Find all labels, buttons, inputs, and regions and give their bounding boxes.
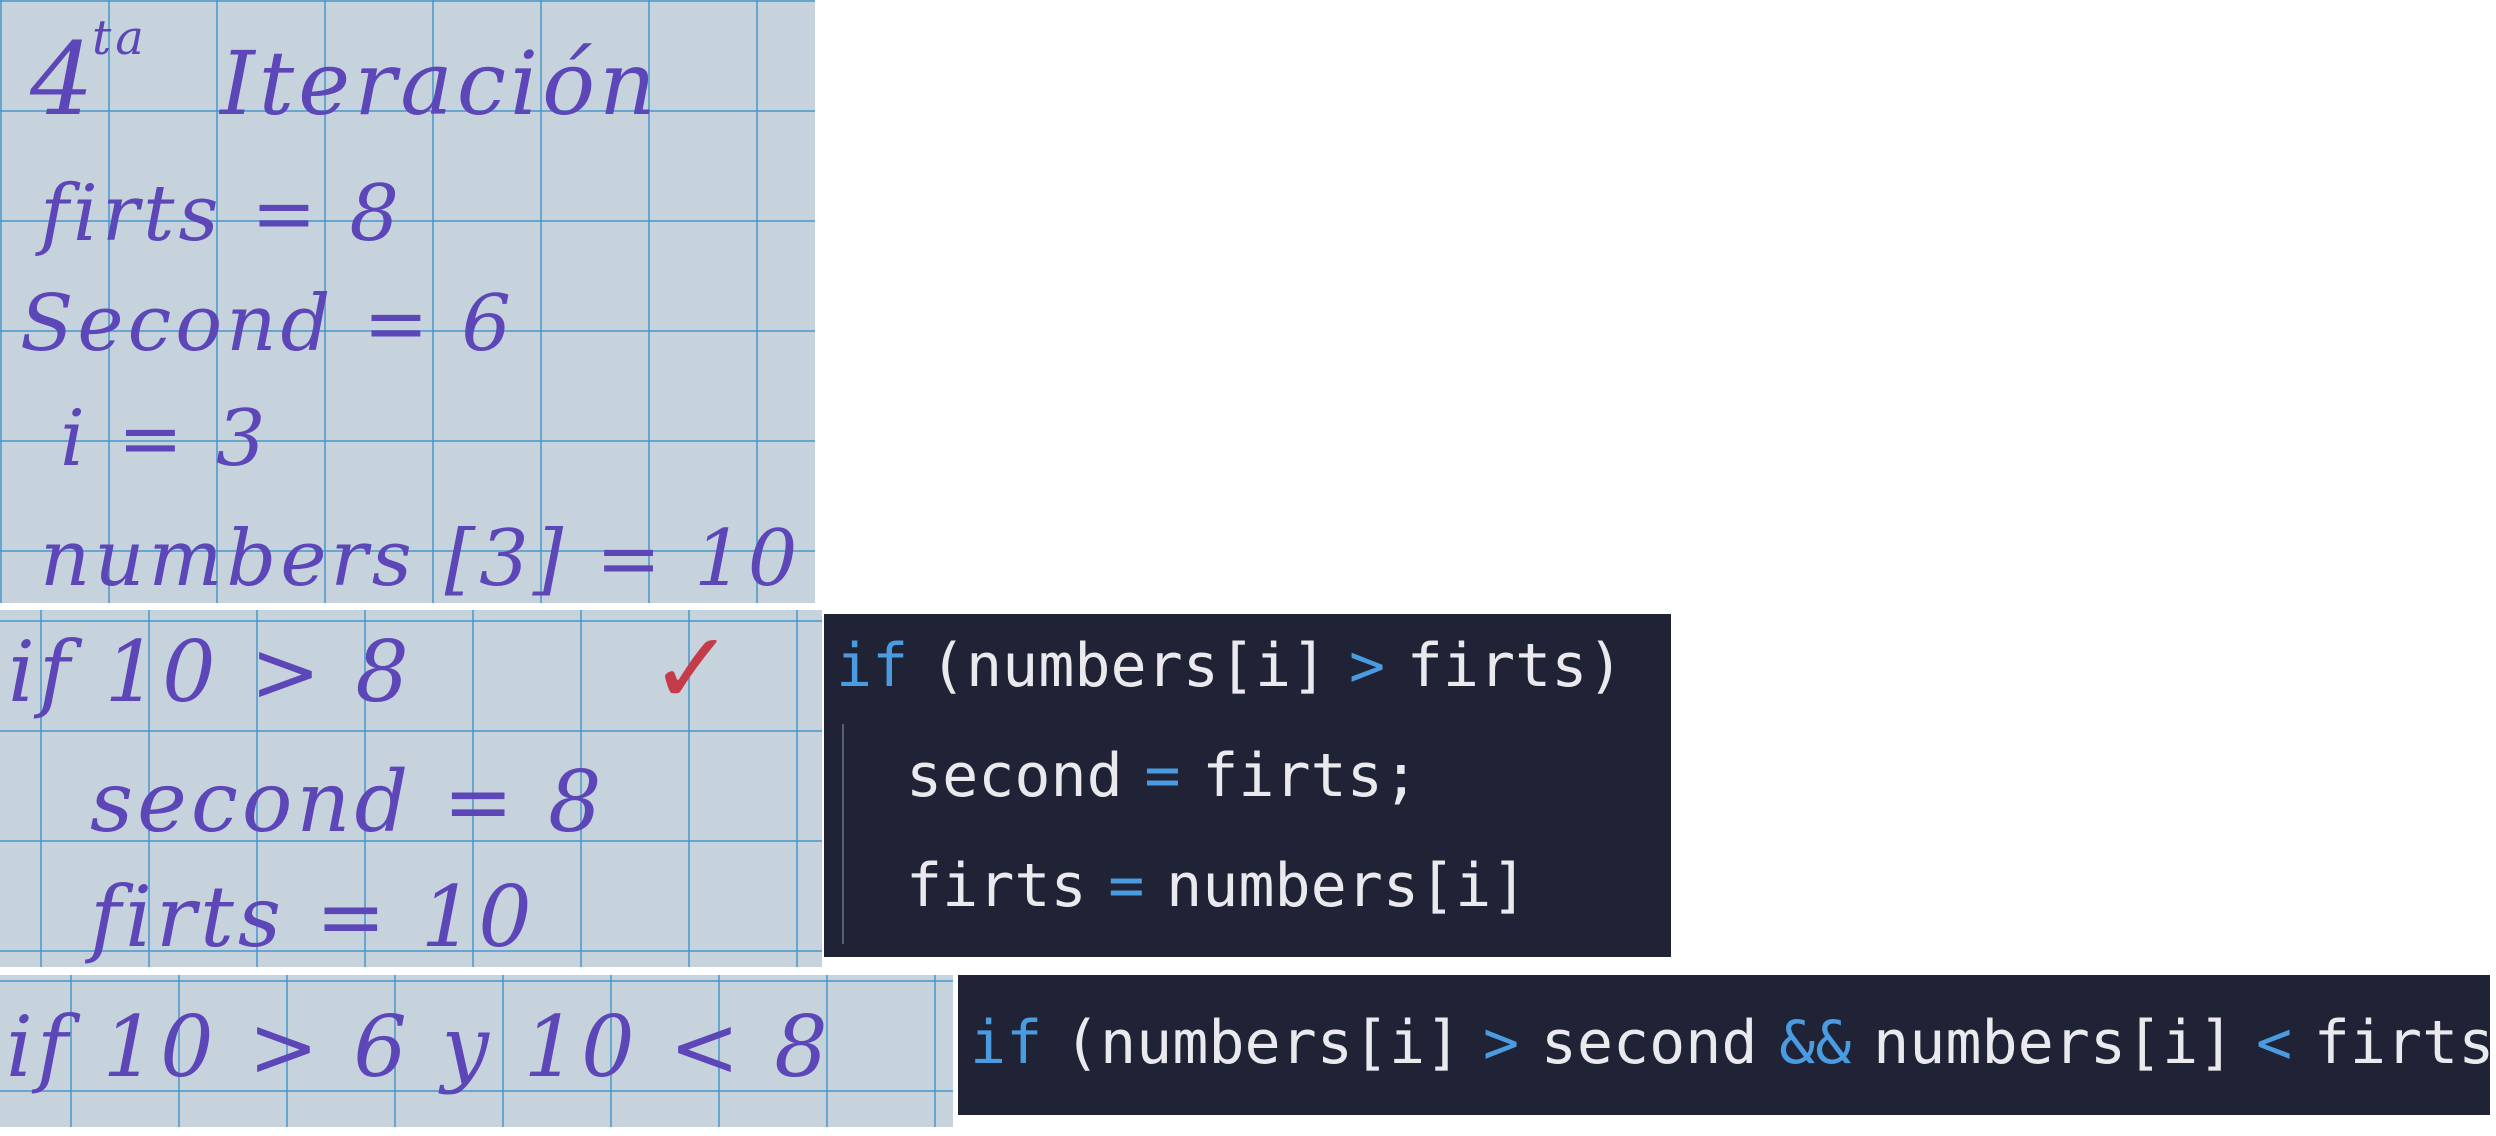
notebook-line-firts-assign: firts = 10 bbox=[90, 868, 536, 966]
operator-assign: = bbox=[1108, 851, 1145, 921]
code-token: firts) bbox=[2313, 1008, 2496, 1078]
code-token: numbers[i] bbox=[1873, 1008, 2235, 1078]
code-token: second bbox=[906, 741, 1123, 811]
keyword-if: if bbox=[836, 631, 909, 701]
notebook-photo-top: 4 ta Iteración firts = 8 Second = 6 i = … bbox=[0, 0, 815, 603]
notebook-photo-middle: if 10 > 8 ✓ second = 8 firts = 10 bbox=[0, 610, 822, 967]
notebook-line-second: Second = 6 bbox=[20, 279, 515, 369]
check-mark-icon: ✓ bbox=[650, 610, 734, 727]
code-token: second bbox=[1540, 1008, 1758, 1078]
notebook-if-condition: if 10 > 8 bbox=[8, 623, 413, 721]
indent-guide bbox=[842, 724, 844, 944]
code-token: (numbers[i] bbox=[929, 631, 1328, 701]
operator-lt: < bbox=[2256, 1008, 2293, 1078]
code-line-if-range: if(numbers[i]>second&&numbers[i]<firts) bbox=[970, 1013, 2496, 1073]
operator-assign: = bbox=[1144, 741, 1181, 811]
notebook-photo-bottom: if 10 > 6 y 10 < 8 bbox=[0, 975, 953, 1127]
code-token: numbers[i] bbox=[1166, 851, 1528, 921]
notebook-line-numbers: numbers [3] = 10 bbox=[40, 514, 802, 603]
code-token: firts bbox=[906, 851, 1087, 921]
code-token: (numbers[i] bbox=[1063, 1008, 1462, 1078]
code-line-if: if (numbers[i] > firts) bbox=[836, 636, 1624, 696]
iteration-superscript: ta bbox=[92, 10, 148, 66]
code-snippet-second-update: if (numbers[i] > second && numbers[i] < firts) bbox=[958, 975, 2496, 1115]
code-snippet-first-update: if (numbers[i] > firts) second = firts; firts… bbox=[824, 614, 1671, 957]
code-token: firts; bbox=[1202, 741, 1419, 811]
operator-gt: > bbox=[1482, 1008, 1520, 1078]
notebook-line-i: i = 3 bbox=[60, 394, 270, 484]
notebook-line-second-assign: second = 8 bbox=[90, 753, 606, 851]
notebook-line-firts: firts = 8 bbox=[40, 169, 404, 259]
operator-gt: > bbox=[1348, 631, 1386, 701]
notebook-if-range-condition: if 10 > 6 y 10 < 8 bbox=[6, 998, 832, 1096]
code-line-firts-assign: firts = numbers[i] bbox=[906, 856, 1527, 916]
iteration-number: 4 bbox=[30, 21, 98, 138]
keyword-if: if bbox=[970, 1008, 1043, 1078]
operator-and: && bbox=[1779, 1008, 1852, 1078]
code-token: firts) bbox=[1406, 631, 1624, 701]
code-line-second-assign: second = firts; bbox=[906, 746, 1419, 806]
iteration-title: Iteración bbox=[220, 32, 660, 135]
